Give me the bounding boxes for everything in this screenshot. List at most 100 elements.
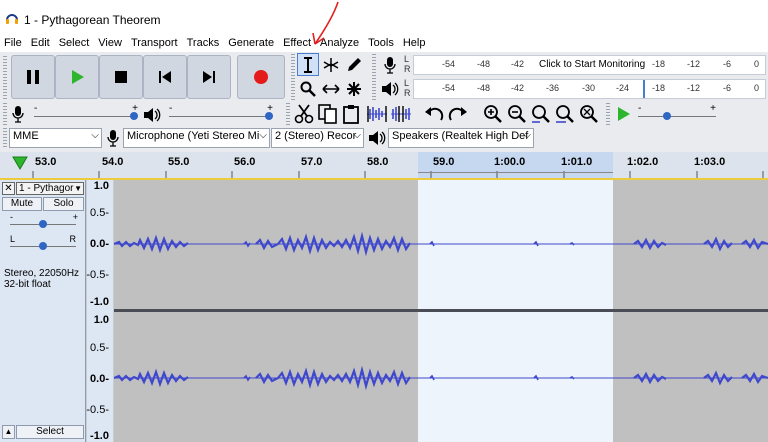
toolbar-grip[interactable] xyxy=(286,103,290,125)
fit-selection-icon[interactable] xyxy=(531,104,551,124)
recording-device-dropdown[interactable]: Microphone (Yeti Stereo Mi ⌵ xyxy=(123,128,270,148)
trim-audio-icon[interactable] xyxy=(366,105,388,123)
play-meter-button[interactable] xyxy=(379,78,401,100)
multi-tool-button[interactable] xyxy=(343,77,365,100)
timeline-ruler[interactable]: 53.0 54.0 55.0 56.0 57.0 58.0 59.0 1:00.… xyxy=(0,152,768,178)
paste-icon[interactable] xyxy=(342,104,362,124)
draw-tool-button[interactable] xyxy=(343,53,365,76)
collapse-track-icon[interactable]: ▲ xyxy=(2,425,15,439)
undo-icon[interactable] xyxy=(424,106,444,122)
meter-right-label: R xyxy=(404,88,411,98)
time-shift-tool-button[interactable] xyxy=(320,77,342,100)
zoom-tool-button[interactable] xyxy=(297,77,319,100)
ruler-minor-ticks xyxy=(32,171,764,178)
pan-slider[interactable]: L R xyxy=(4,234,82,254)
silence-audio-icon[interactable] xyxy=(390,105,412,123)
play-button[interactable] xyxy=(55,55,99,99)
scale-label: 0.5- xyxy=(90,207,109,219)
scale-label: 0.0- xyxy=(90,373,109,385)
fit-project-icon[interactable] xyxy=(555,104,575,124)
track-format-bits: 32-bit float xyxy=(4,279,51,290)
waveform-channel-right[interactable] xyxy=(114,312,768,442)
zoom-in-icon[interactable] xyxy=(483,104,503,124)
slider-thumb[interactable] xyxy=(130,112,138,120)
play-at-speed-icon[interactable] xyxy=(615,106,631,122)
scale-label: -0.5- xyxy=(86,269,109,281)
gain-slider[interactable]: - + xyxy=(4,212,82,232)
menu-view[interactable]: View xyxy=(94,34,127,52)
menu-select[interactable]: Select xyxy=(55,34,95,52)
zoom-toggle-icon[interactable] xyxy=(579,104,599,124)
recording-volume-slider[interactable]: - + xyxy=(30,103,142,124)
meter-tick: -54 xyxy=(442,59,456,69)
select-track-button[interactable]: Select xyxy=(16,425,84,439)
playback-device-dropdown[interactable]: Speakers (Realtek High Def ⌵ xyxy=(388,128,534,148)
redo-icon[interactable] xyxy=(448,106,468,122)
menu-file[interactable]: File xyxy=(0,34,27,52)
waveform-channel-left[interactable] xyxy=(114,180,768,309)
pause-button[interactable] xyxy=(11,55,55,99)
meter-right-label: R xyxy=(404,64,411,74)
playback-meter[interactable]: -54 -48 -42 -36 -30 -24 -18 -12 -6 0 xyxy=(413,79,766,99)
selection-tool-button[interactable] xyxy=(297,53,319,76)
meter-tick: -12 xyxy=(687,59,701,69)
slider-thumb[interactable] xyxy=(39,242,47,250)
meter-tick: -42 xyxy=(511,83,525,93)
start-monitoring-prompt[interactable]: Click to Start Monitoring xyxy=(539,59,645,70)
slider-thumb[interactable] xyxy=(663,112,671,120)
record-button[interactable] xyxy=(237,55,285,99)
toolbar-grip[interactable] xyxy=(3,103,7,125)
chevron-down-icon: ⌵ xyxy=(353,130,361,141)
audacity-logo-icon xyxy=(6,14,18,24)
vertical-scale[interactable]: 1.0 0.5- 0.0- -0.5- -1.0 1.0 0.5- 0.0- -… xyxy=(86,180,113,442)
pencil-icon xyxy=(348,57,361,71)
zoom-out-icon[interactable] xyxy=(507,104,527,124)
audio-host-dropdown[interactable]: MME ⌵ xyxy=(9,128,102,148)
speaker-icon xyxy=(144,108,161,122)
microphone-icon xyxy=(12,106,24,123)
envelope-tool-button[interactable] xyxy=(320,53,342,76)
envelope-icon xyxy=(323,57,339,72)
asterisk-icon xyxy=(347,81,361,96)
meter-tick: -24 xyxy=(616,83,630,93)
menu-tools[interactable]: Tools xyxy=(364,34,399,52)
ruler-tick: 1:01.0 xyxy=(561,156,593,168)
stop-button[interactable] xyxy=(99,55,143,99)
slider-thumb[interactable] xyxy=(39,220,47,228)
meter-tick: -48 xyxy=(477,59,491,69)
copy-icon[interactable] xyxy=(318,104,338,124)
solo-button[interactable]: Solo xyxy=(43,197,84,211)
cut-icon[interactable] xyxy=(294,104,314,124)
close-track-button[interactable]: ✕ xyxy=(2,182,15,195)
menu-generate[interactable]: Generate xyxy=(224,34,279,52)
toolbar-grip[interactable] xyxy=(606,103,610,125)
track-name-menu[interactable]: 1 - Pythagor ▼ xyxy=(16,182,84,195)
toolbar-grip[interactable] xyxy=(372,78,376,100)
ruler-tick: 54.0 xyxy=(102,156,124,168)
menu-tracks[interactable]: Tracks xyxy=(183,34,225,52)
slider-thumb[interactable] xyxy=(265,112,273,120)
meter-tick: -48 xyxy=(477,83,491,93)
chevron-down-icon: ⌵ xyxy=(523,130,531,141)
recording-channels-dropdown[interactable]: 2 (Stereo) Recor ⌵ xyxy=(271,128,364,148)
play-head-triangle-icon[interactable] xyxy=(12,156,28,170)
mute-button[interactable]: Mute xyxy=(2,197,42,211)
scale-label: -0.5- xyxy=(86,404,109,416)
scale-label: 0.5- xyxy=(90,342,109,354)
skip-to-start-button[interactable] xyxy=(143,55,187,99)
playback-speed-slider[interactable]: - + xyxy=(636,103,718,124)
toolbar-grip[interactable] xyxy=(291,54,295,100)
toolbar-grip[interactable] xyxy=(3,56,7,100)
record-meter[interactable]: -54 -48 -42 Click to Start Monitoring -1… xyxy=(413,55,766,75)
microphone-icon xyxy=(107,130,119,147)
menu-edit[interactable]: Edit xyxy=(27,34,55,52)
menu-help[interactable]: Help xyxy=(399,34,431,52)
i-beam-cursor-icon xyxy=(304,56,312,73)
menu-transport[interactable]: Transport xyxy=(127,34,183,52)
skip-to-end-button[interactable] xyxy=(187,55,231,99)
toolbar-grip[interactable] xyxy=(3,128,7,148)
annotation-arrow-icon xyxy=(312,1,339,45)
record-meter-button[interactable] xyxy=(379,54,401,76)
playback-volume-slider[interactable]: - + xyxy=(165,103,277,124)
toolbar-grip[interactable] xyxy=(372,54,376,76)
